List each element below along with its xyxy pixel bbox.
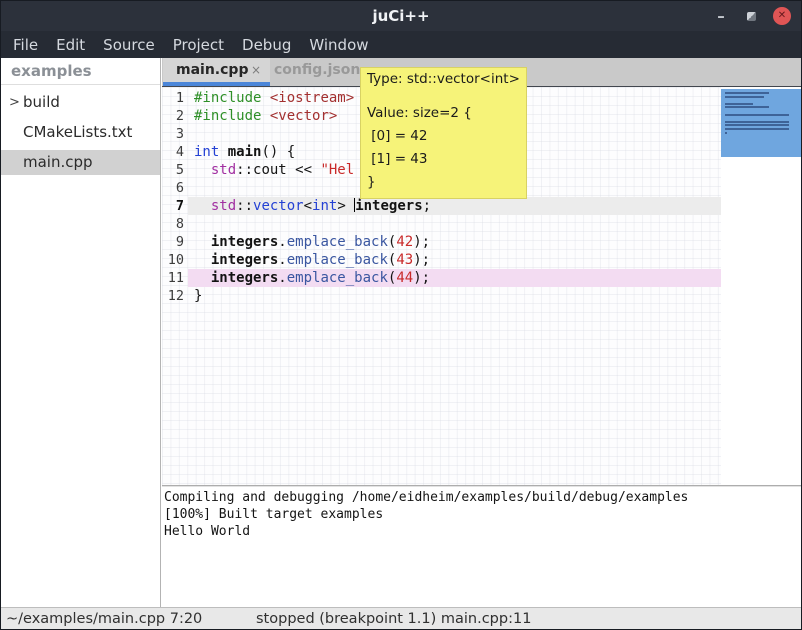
- code-text: integers.emplace_back(44);: [188, 269, 721, 287]
- tree-item-label: build: [23, 93, 60, 111]
- line-number[interactable]: 1: [162, 89, 188, 107]
- tree-item-cmakelists[interactable]: CMakeLists.txt: [1, 120, 160, 145]
- line-number[interactable]: 4: [162, 143, 188, 161]
- status-debug-state: stopped (breakpoint 1.1) main.cpp:11: [256, 609, 531, 629]
- window-title: juCi++: [1, 1, 801, 31]
- minimap-line: [725, 106, 769, 108]
- minimap-line: [725, 128, 789, 130]
- line-number[interactable]: 6: [162, 179, 188, 197]
- code-text: integers.emplace_back(42);: [188, 233, 721, 251]
- minimap-line: [725, 96, 764, 98]
- menu-window[interactable]: Window: [309, 36, 368, 54]
- console-line: Hello World: [164, 523, 801, 540]
- code-line-12[interactable]: 12}: [162, 287, 721, 305]
- close-icon: ✕: [773, 7, 791, 25]
- menu-source[interactable]: Source: [103, 36, 155, 54]
- menu-debug[interactable]: Debug: [242, 36, 291, 54]
- code-text: std::vector<int> integers;: [188, 197, 721, 215]
- tab-main-cpp[interactable]: main.cpp ×: [163, 58, 270, 86]
- console-line: Compiling and debugging /home/eidheim/ex…: [164, 489, 801, 506]
- line-number[interactable]: 12: [162, 287, 188, 305]
- minimap-viewport[interactable]: [721, 89, 801, 157]
- minimap-line: [725, 92, 769, 94]
- tree-item-label: CMakeLists.txt: [23, 123, 132, 141]
- restore-button[interactable]: [739, 1, 763, 31]
- minimap-line: [725, 132, 727, 134]
- tooltip-type-line: Type: std::vector<int>: [367, 71, 520, 87]
- minimap[interactable]: [721, 87, 801, 485]
- tab-close-icon[interactable]: ×: [251, 63, 261, 77]
- menubar: File Edit Source Project Debug Window: [1, 31, 801, 58]
- line-number[interactable]: 2: [162, 107, 188, 125]
- minimap-line: [725, 114, 789, 116]
- console-output[interactable]: Compiling and debugging /home/eidheim/ex…: [162, 485, 801, 609]
- project-name-header: examples: [1, 58, 160, 85]
- line-number[interactable]: 8: [162, 215, 188, 233]
- code-line-9[interactable]: 9 integers.emplace_back(42);: [162, 233, 721, 251]
- code-line-7[interactable]: 7 std::vector<int> integers;: [162, 197, 721, 215]
- code-line-8[interactable]: 8: [162, 215, 721, 233]
- line-number[interactable]: 7: [162, 197, 188, 215]
- menu-project[interactable]: Project: [173, 36, 224, 54]
- code-text: integers.emplace_back(43);: [188, 251, 721, 269]
- minimize-icon: –: [717, 7, 725, 25]
- tab-label: main.cpp: [176, 62, 248, 78]
- line-number[interactable]: 11: [162, 269, 188, 287]
- file-tree-panel: examples > build CMakeLists.txt main.cpp: [1, 58, 161, 609]
- tab-config-json[interactable]: config.json: [274, 62, 368, 78]
- app-window: juCi++ – ✕ File Edit Source Project Debu…: [0, 0, 802, 630]
- line-number[interactable]: 9: [162, 233, 188, 251]
- line-number[interactable]: 10: [162, 251, 188, 269]
- debug-value-tooltip: Type: std::vector<int> Value: size=2 { […: [360, 67, 527, 199]
- code-line-11[interactable]: 11 integers.emplace_back(44);: [162, 269, 721, 287]
- minimap-line: [725, 103, 753, 105]
- code-text: }: [188, 287, 721, 305]
- tree-item-label: main.cpp: [23, 153, 93, 171]
- close-button[interactable]: ✕: [769, 1, 795, 31]
- titlebar[interactable]: juCi++ – ✕: [1, 1, 801, 31]
- tooltip-value-block: Value: size=2 { [0] = 42 [1] = 43 }: [367, 102, 520, 194]
- menu-edit[interactable]: Edit: [56, 36, 85, 54]
- code-text: [188, 215, 721, 233]
- line-number[interactable]: 3: [162, 125, 188, 143]
- menu-file[interactable]: File: [13, 36, 38, 54]
- tree-item-build[interactable]: > build: [1, 90, 160, 115]
- chevron-right-icon[interactable]: >: [9, 90, 20, 115]
- active-tab-underline: [163, 82, 270, 86]
- statusbar: ~/examples/main.cpp 7:20 stopped (breakp…: [1, 607, 801, 629]
- restore-icon: [747, 12, 756, 21]
- minimize-button[interactable]: –: [709, 1, 733, 31]
- tree-item-main-cpp[interactable]: main.cpp: [1, 150, 160, 175]
- code-line-10[interactable]: 10 integers.emplace_back(43);: [162, 251, 721, 269]
- console-line: [100%] Built target examples: [164, 506, 801, 523]
- minimap-line: [725, 121, 789, 123]
- status-file-position: ~/examples/main.cpp 7:20: [6, 609, 202, 629]
- minimap-line: [725, 124, 789, 126]
- line-number[interactable]: 5: [162, 161, 188, 179]
